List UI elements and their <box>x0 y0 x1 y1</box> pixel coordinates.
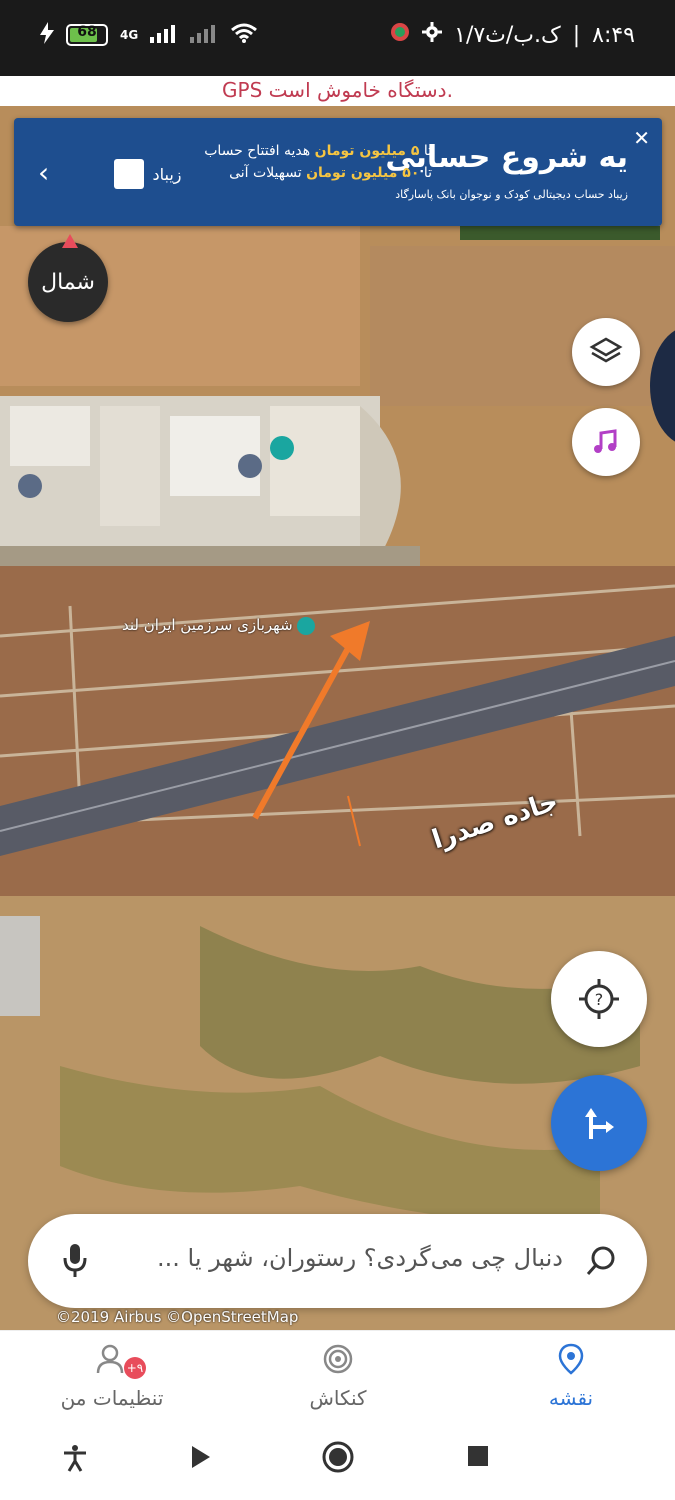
settings-gear-icon <box>422 22 443 48</box>
ad-subtitle: تا ۵ میلیون تومان هدیه افتتاح حساب تا ۵۰… <box>204 143 432 181</box>
network-type: 4G <box>120 28 139 42</box>
ad-banner[interactable]: ✕ ‹ زیباد یه شروع حسابی تا ۵ میلیون توما… <box>14 118 662 226</box>
compass-label: شمال <box>41 269 95 295</box>
layers-icon <box>589 337 623 363</box>
play-icon[interactable] <box>190 1444 212 1474</box>
music-button[interactable] <box>572 408 640 476</box>
directions-icon <box>585 1108 614 1139</box>
north-pointer-icon <box>62 234 78 248</box>
recent-apps-icon[interactable] <box>466 1444 490 1472</box>
notification-badge: +۹ <box>124 1357 146 1379</box>
app-notification-icon <box>390 22 410 48</box>
accessibility-icon[interactable] <box>62 1444 88 1476</box>
brand-emblem-icon <box>114 159 145 189</box>
signal-icon-2 <box>190 23 218 47</box>
status-left: 68 4G <box>40 22 258 48</box>
status-bar: 68 4G ۱/۷ک.ب/ث | ۸:۴۹ <box>0 0 675 76</box>
network-speed: ۱/۷ک.ب/ث <box>454 22 561 48</box>
poi-name: شهربازی سرزمین ایران لند <box>122 616 293 634</box>
crosshair-icon: ? <box>579 979 619 1019</box>
profile-icon <box>96 1344 124 1374</box>
ad-small-text: زیباد حساب دیجیتالی کودک و نوجوان بانک پ… <box>395 188 628 201</box>
svg-text:?: ? <box>595 990 604 1009</box>
directions-button[interactable] <box>551 1075 647 1171</box>
home-button-icon[interactable] <box>321 1440 355 1478</box>
tab-explore-label: کنکاش <box>309 1386 367 1410</box>
tab-map-label: نقشه <box>548 1386 594 1410</box>
clock: ۸:۴۹ <box>592 22 635 48</box>
microphone-icon[interactable] <box>62 1242 88 1282</box>
search-input[interactable]: دنبال چی می‌گردی؟ رستوران، شهر یا ... <box>157 1244 563 1272</box>
charging-icon <box>40 22 54 48</box>
tab-map[interactable]: نقشه <box>481 1343 661 1410</box>
gps-warning: GPS دستگاه خاموش است. <box>0 76 675 106</box>
explore-icon <box>323 1344 353 1374</box>
tab-explore[interactable]: کنکاش <box>248 1343 428 1410</box>
tab-my-settings-label: تنظیمات من <box>60 1386 164 1410</box>
poi-amusement-icon <box>297 616 316 635</box>
poi-marker-video-icon[interactable] <box>270 436 294 460</box>
tab-my-settings[interactable]: +۹ تنظیمات من <box>22 1343 202 1410</box>
map-pin-icon <box>558 1343 584 1375</box>
status-right: ۱/۷ک.ب/ث | ۸:۴۹ <box>390 22 635 48</box>
music-note-icon <box>594 429 617 453</box>
system-navigation-bar <box>0 1420 675 1500</box>
search-icon[interactable] <box>585 1244 619 1282</box>
chevron-left-icon[interactable]: ‹ <box>38 156 49 189</box>
search-bar[interactable]: دنبال چی می‌گردی؟ رستوران، شهر یا ... <box>28 1214 647 1308</box>
map-attribution: ©2019 Airbus ©OpenStreetMap <box>56 1308 299 1326</box>
battery-icon: 68 <box>66 24 108 46</box>
battery-level: 68 <box>77 24 97 40</box>
signal-icon <box>150 23 178 47</box>
my-location-button[interactable]: ? <box>551 951 647 1047</box>
close-icon[interactable]: ✕ <box>633 126 650 150</box>
wifi-icon <box>230 22 258 48</box>
bottom-navigation: نقشه کنکاش +۹ تنظیمات من <box>0 1330 675 1421</box>
layers-button[interactable] <box>572 318 640 386</box>
poi-label[interactable]: شهربازی سرزمین ایران لند <box>122 616 316 635</box>
compass-button[interactable]: شمال <box>28 234 108 322</box>
